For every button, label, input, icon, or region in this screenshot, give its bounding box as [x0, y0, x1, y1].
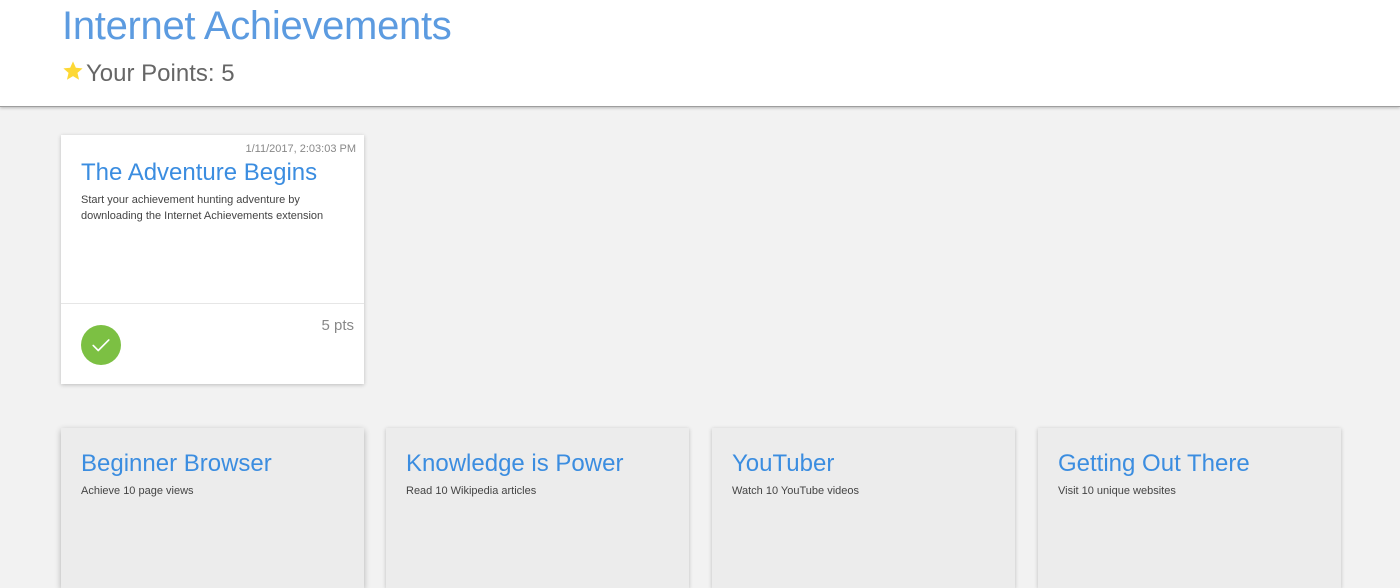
achievement-title: Getting Out There	[1058, 450, 1250, 477]
achievement-points: 5 pts	[321, 317, 354, 334]
card-divider	[61, 303, 364, 304]
star-icon	[63, 61, 83, 80]
achievement-description: Achieve 10 page views	[81, 485, 194, 497]
page-title: Internet Achievements	[62, 4, 452, 48]
check-icon	[92, 339, 110, 352]
achievement-card-locked[interactable]: Getting Out There Visit 10 unique websit…	[1038, 428, 1341, 588]
achievement-title: The Adventure Begins	[81, 159, 318, 186]
achievement-description: Visit 10 unique websites	[1058, 485, 1176, 497]
achievement-title: Knowledge is Power	[406, 450, 624, 477]
points-display: Your Points: 5	[62, 58, 235, 90]
achievement-card-locked[interactable]: YouTuber Watch 10 YouTube videos	[712, 428, 1015, 588]
achievement-description: Watch 10 YouTube videos	[732, 485, 859, 497]
completed-badge	[81, 325, 121, 365]
achievement-description: Start your achievement hunting adventure…	[81, 194, 324, 222]
achievement-card-locked[interactable]: Beginner Browser Achieve 10 page views	[61, 428, 364, 588]
app-header: Internet Achievements Your Points: 5	[0, 0, 1400, 107]
points-label: Your Points: 5	[86, 60, 235, 87]
achievement-card-unlocked[interactable]: 1/11/2017, 2:03:03 PM The Adventure Begi…	[61, 135, 364, 384]
achievement-date: 1/11/2017, 2:03:03 PM	[245, 143, 357, 155]
achievement-title: Beginner Browser	[81, 450, 272, 477]
achievement-card-locked[interactable]: Knowledge is Power Read 10 Wikipedia art…	[386, 428, 689, 588]
achievement-description: Read 10 Wikipedia articles	[406, 485, 537, 497]
achievement-title: YouTuber	[732, 450, 835, 477]
